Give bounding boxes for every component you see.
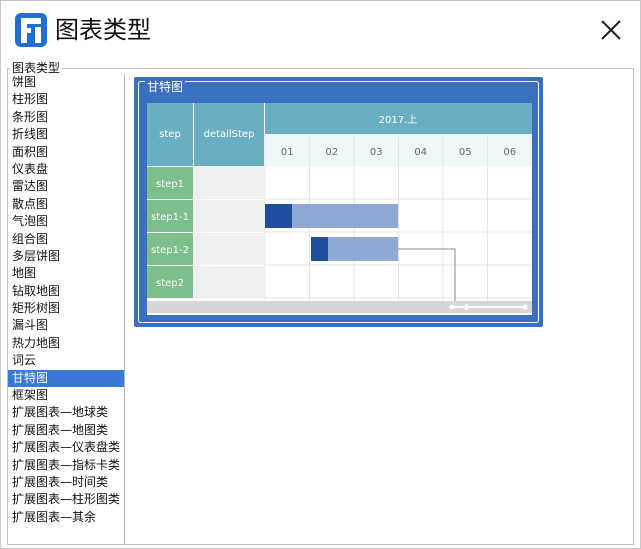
chart-type-item[interactable]: 扩展图表—地球类 bbox=[8, 404, 124, 421]
scroll-handle-right bbox=[522, 304, 528, 310]
month-label: 03 bbox=[370, 147, 383, 158]
gantt-bar-step1-1-progress bbox=[265, 204, 292, 228]
chart-type-item[interactable]: 热力地图 bbox=[8, 335, 124, 352]
preview-label: 甘特图 bbox=[145, 79, 186, 95]
detail-cell bbox=[194, 167, 264, 199]
scroll-handle-left bbox=[449, 304, 455, 310]
chart-type-item[interactable]: 钻取地图 bbox=[8, 283, 124, 300]
gantt-bar-step1-2-progress bbox=[311, 237, 328, 261]
chart-type-item[interactable]: 扩展图表—地图类 bbox=[8, 422, 124, 439]
chart-type-item[interactable]: 多层饼图 bbox=[8, 248, 124, 265]
chart-type-item[interactable]: 扩展图表—柱形图类 bbox=[8, 491, 124, 508]
chart-type-item[interactable]: 扩展图表—仪表盘类 bbox=[8, 439, 124, 456]
chart-type-item[interactable]: 甘特图 bbox=[8, 369, 124, 388]
step-label: step1-1 bbox=[151, 212, 189, 223]
chart-type-item[interactable]: 柱形图 bbox=[8, 91, 124, 108]
month-label: 05 bbox=[459, 147, 472, 158]
detail-cell bbox=[194, 233, 264, 265]
chart-type-item[interactable]: 条形图 bbox=[8, 109, 124, 126]
month-label: 06 bbox=[503, 147, 516, 158]
step-label: step2 bbox=[156, 278, 184, 289]
chart-type-item[interactable]: 组合图 bbox=[8, 231, 124, 248]
chart-type-item[interactable]: 饼图 bbox=[8, 74, 124, 91]
preview-panel: 甘特图 step detailStep 2017.上 01 02 03 04 05 06 step… bbox=[134, 77, 543, 327]
chart-type-item[interactable]: 词云 bbox=[8, 352, 124, 369]
close-icon[interactable] bbox=[596, 15, 626, 45]
group-legend: 图表类型 bbox=[12, 61, 61, 75]
step-label: step1-2 bbox=[151, 245, 189, 256]
chart-type-item[interactable]: 仪表盘 bbox=[8, 161, 124, 178]
chart-type-item[interactable]: 散点图 bbox=[8, 196, 124, 213]
chart-type-item[interactable]: 地图 bbox=[8, 265, 124, 282]
detail-cell bbox=[194, 200, 264, 232]
chart-type-item[interactable]: 漏斗图 bbox=[8, 317, 124, 334]
chart-type-item[interactable]: 框架图 bbox=[8, 387, 124, 404]
month-label: 04 bbox=[414, 147, 427, 158]
chart-type-item[interactable]: 矩形树图 bbox=[8, 300, 124, 317]
title-bar: 图表类型 bbox=[1, 1, 640, 59]
chart-type-item[interactable]: 扩展图表—时间类 bbox=[8, 474, 124, 491]
chart-type-dialog: 图表类型 图表类型 饼图 柱形图 条形图 折线图 面积图 仪表盘 雷达图 散点图 气泡图 组合图多… bbox=[0, 0, 641, 549]
step-header: step bbox=[159, 129, 181, 140]
chart-type-item[interactable]: 扩展图表—指标卡类 bbox=[8, 457, 124, 474]
scroll-thumb bbox=[465, 304, 468, 310]
step-label: step1 bbox=[156, 179, 184, 190]
chart-type-item[interactable]: 扩展图表—其余 bbox=[8, 509, 124, 526]
chart-type-item[interactable]: 雷达图 bbox=[8, 178, 124, 195]
period-label: 2017.上 bbox=[379, 114, 418, 126]
dialog-title: 图表类型 bbox=[55, 16, 151, 44]
detail-cell bbox=[194, 266, 264, 298]
chart-type-item[interactable]: 折线图 bbox=[8, 126, 124, 143]
chart-type-list[interactable]: 饼图 柱形图 条形图 折线图 面积图 仪表盘 雷达图 散点图 气泡图 组合图 多层饼图 地图 钻取地图矩… bbox=[8, 74, 125, 544]
chart-type-item[interactable]: 面积图 bbox=[8, 144, 124, 161]
detail-header: detailStep bbox=[204, 129, 255, 140]
chart-type-item[interactable]: 气泡图 bbox=[8, 213, 124, 230]
gantt-preview-image: step detailStep 2017.上 01 02 03 04 05 06 step1 ste… bbox=[147, 103, 532, 315]
app-logo-icon bbox=[15, 13, 47, 47]
month-label: 01 bbox=[281, 147, 294, 158]
month-label: 02 bbox=[325, 147, 338, 158]
